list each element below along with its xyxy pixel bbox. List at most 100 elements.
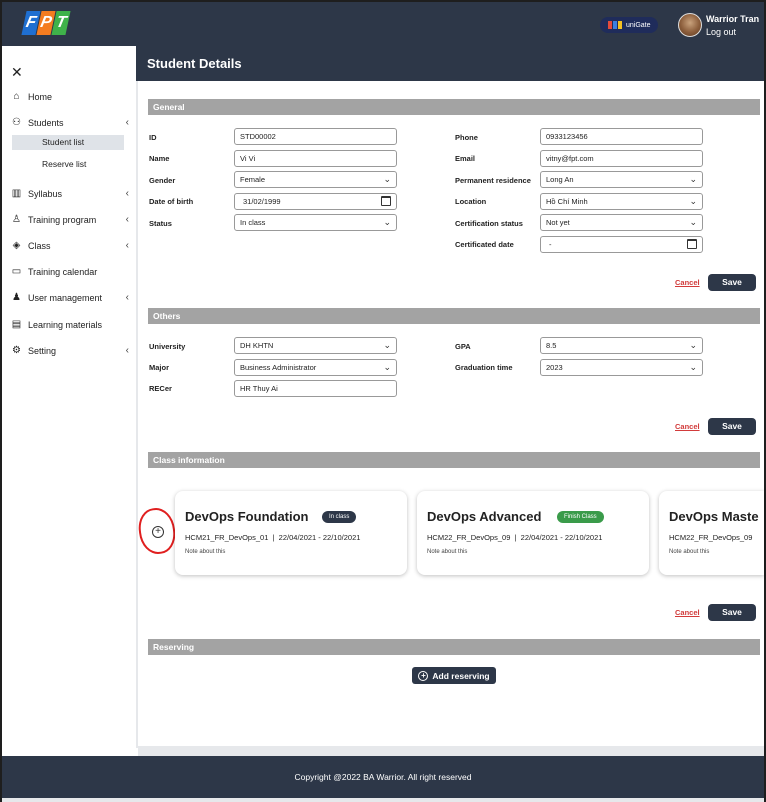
label-gpa: GPA [455, 342, 471, 351]
label-location: Location [455, 197, 487, 206]
sidebar-item-students[interactable]: ⚇ Students ‹ [11, 117, 129, 128]
class-dates: 22/04/2021 - 22/10/2021 [278, 533, 361, 542]
sidebar-item-label: Home [28, 91, 53, 102]
user-icon: ♟ [12, 292, 21, 303]
major-value: Business Administrator [240, 363, 317, 372]
class-card[interactable]: DevOps Foundation In class HCM21_FR_DevO… [175, 491, 407, 575]
fpt-logo[interactable]: F P T [21, 11, 71, 35]
label-permanent-residence: Permanent residence [455, 176, 531, 185]
add-class-icon[interactable]: + [152, 526, 164, 538]
class-code: HCM22_FR_DevOps_09 [669, 533, 753, 542]
certification-status-select[interactable]: Not yet ⌄ [540, 214, 703, 231]
gpa-value: 8.5 [546, 341, 557, 350]
program-icon: ♙ [12, 214, 21, 225]
gender-select[interactable]: Female ⌄ [234, 171, 397, 188]
sidebar-item-user-management[interactable]: ♟ User management ‹ [11, 292, 129, 303]
gpa-select[interactable]: 8.5 ⌄ [540, 337, 703, 354]
cancel-button[interactable]: Cancel [675, 422, 700, 431]
chevron-left-icon: ‹ [125, 345, 129, 356]
chevron-down-icon: ⌄ [689, 217, 697, 227]
save-button[interactable]: Save [708, 604, 756, 621]
save-button[interactable]: Save [708, 418, 756, 435]
user-name: Warrior Tran [706, 14, 760, 24]
top-header: F P T uniGate Warrior Tran Log out [2, 2, 764, 46]
unigate-button[interactable]: uniGate [600, 17, 658, 33]
class-note: Note about this [427, 549, 468, 555]
cancel-button[interactable]: Cancel [675, 278, 700, 287]
location-value: Hồ Chí Minh [546, 197, 588, 206]
calendar-icon[interactable] [687, 239, 697, 249]
university-select[interactable]: DH KHTN ⌄ [234, 337, 397, 354]
chevron-down-icon: ⌄ [689, 174, 697, 184]
separator: | [512, 533, 521, 542]
label-university: University [149, 342, 186, 351]
recer-field[interactable]: HR Thuy Ai [234, 380, 397, 397]
label-gender: Gender [149, 176, 176, 185]
sidebar-item-syllabus[interactable]: ▥ Syllabus ‹ [11, 188, 129, 199]
chevron-left-icon: ‹ [125, 214, 129, 225]
horizontal-scrollbar[interactable] [138, 746, 764, 756]
footer: Copyright @2022 BA Warrior. All right re… [2, 756, 764, 798]
chevron-down-icon: ⌄ [689, 340, 697, 350]
class-name: DevOps Maste [669, 509, 759, 524]
permanent-residence-select[interactable]: Long An ⌄ [540, 171, 703, 188]
cancel-button[interactable]: Cancel [675, 608, 700, 617]
chevron-down-icon: ⌄ [689, 196, 697, 206]
class-card[interactable]: DevOps Maste HCM22_FR_DevOps_09 Note abo… [659, 491, 764, 575]
class-code: HCM22_FR_DevOps_09 [427, 533, 511, 542]
label-id: ID [149, 133, 157, 142]
name-field[interactable]: Vi Vi [234, 150, 397, 167]
label-certificated-date: Certificated date [455, 240, 514, 249]
folder-icon: ▤ [11, 319, 22, 330]
status-select[interactable]: In class ⌄ [234, 214, 397, 231]
sidebar-item-training-program[interactable]: ♙ Training program ‹ [11, 214, 129, 225]
section-class-information: Class information [148, 452, 760, 468]
graduation-time-select[interactable]: 2023 ⌄ [540, 359, 703, 376]
major-select[interactable]: Business Administrator ⌄ [234, 359, 397, 376]
id-field[interactable]: STD00002 [234, 128, 397, 145]
email-field[interactable]: vitny@fpt.com [540, 150, 703, 167]
sidebar: ✕ ⌂ Home ⚇ Students ‹ Student list Reser… [2, 46, 136, 754]
close-icon[interactable]: ✕ [11, 64, 23, 81]
class-card[interactable]: DevOps Advanced Finish Class HCM22_FR_De… [417, 491, 649, 575]
chevron-left-icon: ‹ [125, 240, 129, 251]
status-badge: Finish Class [557, 511, 604, 523]
sidebar-item-learning-materials[interactable]: ▤ Learning materials [11, 319, 129, 330]
unigate-label: uniGate [626, 21, 651, 29]
sidebar-item-setting[interactable]: ⚙ Setting ‹ [11, 345, 129, 356]
chevron-down-icon: ⌄ [383, 340, 391, 350]
sidebar-item-class[interactable]: ◈ Class ‹ [11, 240, 129, 251]
phone-field[interactable]: 0933123456 [540, 128, 703, 145]
permanent-residence-value: Long An [546, 175, 574, 184]
class-details: HCM21_FR_DevOps_01 | 22/04/2021 - 22/10/… [185, 533, 360, 542]
chevron-down-icon: ⌄ [383, 217, 391, 227]
class-details: HCM22_FR_DevOps_09 [669, 533, 752, 542]
save-button[interactable]: Save [708, 274, 756, 291]
add-reserving-button[interactable]: + Add reserving [412, 667, 496, 684]
chevron-left-icon: ‹ [125, 188, 129, 199]
logout-link[interactable]: Log out [706, 27, 736, 37]
home-icon: ⌂ [13, 91, 20, 102]
label-recer: RECer [149, 384, 172, 393]
graduation-time-value: 2023 [546, 363, 563, 372]
label-certification-status: Certification status [455, 219, 523, 228]
sidebar-item-home[interactable]: ⌂ Home [11, 91, 129, 102]
section-others: Others [148, 308, 760, 324]
sidebar-item-label: Class [28, 240, 51, 251]
user-avatar[interactable] [678, 13, 702, 37]
certificated-date-field[interactable]: - [540, 236, 703, 253]
class-note: Note about this [669, 549, 710, 555]
sidebar-item-reserve-list[interactable]: Reserve list [12, 157, 124, 172]
class-name: DevOps Foundation [185, 509, 309, 524]
location-select[interactable]: Hồ Chí Minh ⌄ [540, 193, 703, 210]
gender-value: Female [240, 175, 266, 184]
chevron-left-icon: ‹ [125, 117, 129, 128]
class-icon: ◈ [12, 240, 21, 251]
calendar-icon[interactable] [381, 196, 391, 206]
sidebar-item-training-calendar[interactable]: ▭ Training calendar [11, 266, 129, 277]
status-badge: In class [322, 511, 357, 523]
sidebar-item-student-list[interactable]: Student list [12, 135, 124, 150]
dob-field[interactable]: 31/02/1999 [234, 193, 397, 210]
sidebar-item-label: Training calendar [28, 266, 98, 277]
unigate-icon [608, 21, 622, 29]
